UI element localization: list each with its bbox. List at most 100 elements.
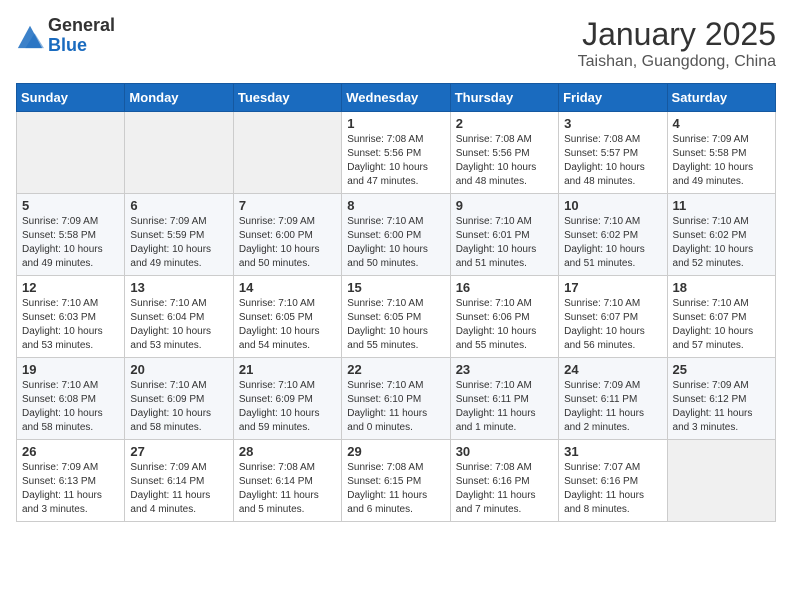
calendar-cell: 11Sunrise: 7:10 AM Sunset: 6:02 PM Dayli… [667, 194, 775, 276]
day-info: Sunrise: 7:09 AM Sunset: 6:00 PM Dayligh… [239, 215, 336, 271]
calendar-week-row: 5 Sunrise: 7:09 AM Sunset: 5:58 PM Daylig… [17, 194, 776, 276]
calendar-cell [667, 440, 775, 522]
weekday-header-wednesday: Wednesday [342, 84, 450, 112]
day-number: 27 [130, 444, 227, 459]
calendar-cell: 19 Sunrise: 7:10 AM Sunset: 6:08 PM Dayli… [17, 358, 125, 440]
month-title: January 2025 [578, 16, 776, 53]
calendar-cell: 27 Sunrise: 7:09 AM Sunset: 6:14 PM Dayli… [125, 440, 233, 522]
calendar-week-row: 12 Sunrise: 7:10 AM Sunset: 6:03 PM Dayli… [17, 276, 776, 358]
logo-text: General Blue [48, 16, 115, 56]
weekday-header-row: SundayMondayTuesdayWednesdayThursdayFrid… [17, 84, 776, 112]
calendar-cell: 5 Sunrise: 7:09 AM Sunset: 5:58 PM Daylig… [17, 194, 125, 276]
day-info: Sunrise: 7:10 AM Sunset: 6:00 PM Dayligh… [347, 215, 444, 271]
calendar-cell: 28 Sunrise: 7:08 AM Sunset: 6:14 PM Dayli… [233, 440, 341, 522]
day-number: 9 [456, 198, 553, 213]
day-info: Sunrise: 7:10 AM Sunset: 6:09 PM Dayligh… [130, 379, 227, 435]
day-number: 25 [673, 362, 770, 377]
calendar-cell [233, 112, 341, 194]
day-info: Sunrise: 7:08 AM Sunset: 6:14 PM Dayligh… [239, 461, 336, 517]
calendar-week-row: 19 Sunrise: 7:10 AM Sunset: 6:08 PM Dayli… [17, 358, 776, 440]
day-number: 20 [130, 362, 227, 377]
day-info: Sunrise: 7:09 AM Sunset: 5:58 PM Dayligh… [22, 215, 119, 271]
page-header: General Blue January 2025 Taishan, Guang… [16, 16, 776, 71]
calendar-cell: 26 Sunrise: 7:09 AM Sunset: 6:13 PM Dayli… [17, 440, 125, 522]
day-number: 30 [456, 444, 553, 459]
day-info: Sunrise: 7:10 AM Sunset: 6:07 PM Dayligh… [673, 297, 770, 353]
day-number: 12 [22, 280, 119, 295]
day-number: 4 [673, 116, 770, 131]
calendar-cell [17, 112, 125, 194]
calendar-cell: 6Sunrise: 7:09 AM Sunset: 5:59 PM Daylig… [125, 194, 233, 276]
day-number: 6 [130, 198, 227, 213]
day-number: 15 [347, 280, 444, 295]
day-number: 3 [564, 116, 661, 131]
calendar-cell: 9 Sunrise: 7:10 AM Sunset: 6:01 PM Daylig… [450, 194, 558, 276]
day-number: 17 [564, 280, 661, 295]
calendar-cell: 1Sunrise: 7:08 AM Sunset: 5:56 PM Daylig… [342, 112, 450, 194]
logo-icon [16, 22, 44, 50]
day-number: 22 [347, 362, 444, 377]
day-number: 26 [22, 444, 119, 459]
day-number: 14 [239, 280, 336, 295]
calendar-cell: 12 Sunrise: 7:10 AM Sunset: 6:03 PM Dayli… [17, 276, 125, 358]
day-number: 10 [564, 198, 661, 213]
day-number: 8 [347, 198, 444, 213]
day-number: 2 [456, 116, 553, 131]
calendar-cell: 30Sunrise: 7:08 AM Sunset: 6:16 PM Dayli… [450, 440, 558, 522]
title-block: January 2025 Taishan, Guangdong, China [578, 16, 776, 71]
calendar-cell: 3 Sunrise: 7:08 AM Sunset: 5:57 PM Daylig… [559, 112, 667, 194]
location-title: Taishan, Guangdong, China [578, 53, 776, 71]
weekday-header-monday: Monday [125, 84, 233, 112]
day-info: Sunrise: 7:10 AM Sunset: 6:09 PM Dayligh… [239, 379, 336, 435]
day-info: Sunrise: 7:10 AM Sunset: 6:05 PM Dayligh… [347, 297, 444, 353]
calendar-week-row: 1 Sunrise: 7:08 AM Sunset: 5:56 PM Daylig… [17, 112, 776, 194]
day-info: Sunrise: 7:10 AM Sunset: 6:10 PM Dayligh… [347, 379, 444, 435]
day-number: 5 [22, 198, 119, 213]
day-info: Sunrise: 7:09 AM Sunset: 6:14 PM Dayligh… [130, 461, 227, 517]
day-info: Sunrise: 7:10 AM Sunset: 6:07 PM Dayligh… [564, 297, 661, 353]
calendar-cell: 8 Sunrise: 7:10 AM Sunset: 6:00 PM Daylig… [342, 194, 450, 276]
day-number: 31 [564, 444, 661, 459]
day-info: Sunrise: 7:09 AM Sunset: 6:11 PM Dayligh… [564, 379, 661, 435]
day-info: Sunrise: 7:09 AM Sunset: 6:13 PM Dayligh… [22, 461, 119, 517]
day-info: Sunrise: 7:10 AM Sunset: 6:01 PM Dayligh… [456, 215, 553, 271]
day-info: Sunrise: 7:10 AM Sunset: 6:02 PM Dayligh… [564, 215, 661, 271]
calendar-cell: 10 Sunrise: 7:10 AM Sunset: 6:02 PM Dayli… [559, 194, 667, 276]
day-info: Sunrise: 7:08 AM Sunset: 5:56 PM Dayligh… [456, 133, 553, 189]
logo-blue-text: Blue [48, 36, 115, 56]
calendar-cell: 21Sunrise: 7:10 AM Sunset: 6:09 PM Dayli… [233, 358, 341, 440]
calendar-cell: 13Sunrise: 7:10 AM Sunset: 6:04 PM Dayli… [125, 276, 233, 358]
calendar-cell [125, 112, 233, 194]
calendar-cell: 7Sunrise: 7:09 AM Sunset: 6:00 PM Daylig… [233, 194, 341, 276]
calendar-cell: 22 Sunrise: 7:10 AM Sunset: 6:10 PM Dayli… [342, 358, 450, 440]
calendar-cell: 24 Sunrise: 7:09 AM Sunset: 6:11 PM Dayli… [559, 358, 667, 440]
weekday-header-sunday: Sunday [17, 84, 125, 112]
day-number: 23 [456, 362, 553, 377]
day-info: Sunrise: 7:08 AM Sunset: 6:15 PM Dayligh… [347, 461, 444, 517]
day-number: 29 [347, 444, 444, 459]
day-info: Sunrise: 7:09 AM Sunset: 6:12 PM Dayligh… [673, 379, 770, 435]
calendar-cell: 29 Sunrise: 7:08 AM Sunset: 6:15 PM Dayli… [342, 440, 450, 522]
calendar-cell: 17 Sunrise: 7:10 AM Sunset: 6:07 PM Dayli… [559, 276, 667, 358]
day-number: 18 [673, 280, 770, 295]
day-info: Sunrise: 7:10 AM Sunset: 6:08 PM Dayligh… [22, 379, 119, 435]
day-number: 24 [564, 362, 661, 377]
day-info: Sunrise: 7:07 AM Sunset: 6:16 PM Dayligh… [564, 461, 661, 517]
calendar-cell: 16 Sunrise: 7:10 AM Sunset: 6:06 PM Dayli… [450, 276, 558, 358]
day-info: Sunrise: 7:10 AM Sunset: 6:03 PM Dayligh… [22, 297, 119, 353]
calendar-cell: 25 Sunrise: 7:09 AM Sunset: 6:12 PM Dayli… [667, 358, 775, 440]
day-number: 28 [239, 444, 336, 459]
weekday-header-thursday: Thursday [450, 84, 558, 112]
day-info: Sunrise: 7:10 AM Sunset: 6:06 PM Dayligh… [456, 297, 553, 353]
day-info: Sunrise: 7:10 AM Sunset: 6:04 PM Dayligh… [130, 297, 227, 353]
day-info: Sunrise: 7:10 AM Sunset: 6:02 PM Dayligh… [673, 215, 770, 271]
calendar-cell: 2 Sunrise: 7:08 AM Sunset: 5:56 PM Daylig… [450, 112, 558, 194]
day-number: 19 [22, 362, 119, 377]
day-info: Sunrise: 7:08 AM Sunset: 5:57 PM Dayligh… [564, 133, 661, 189]
day-number: 1 [347, 116, 444, 131]
day-info: Sunrise: 7:10 AM Sunset: 6:11 PM Dayligh… [456, 379, 553, 435]
calendar-cell: 18 Sunrise: 7:10 AM Sunset: 6:07 PM Dayli… [667, 276, 775, 358]
day-number: 16 [456, 280, 553, 295]
day-info: Sunrise: 7:10 AM Sunset: 6:05 PM Dayligh… [239, 297, 336, 353]
calendar-cell: 20 Sunrise: 7:10 AM Sunset: 6:09 PM Dayli… [125, 358, 233, 440]
